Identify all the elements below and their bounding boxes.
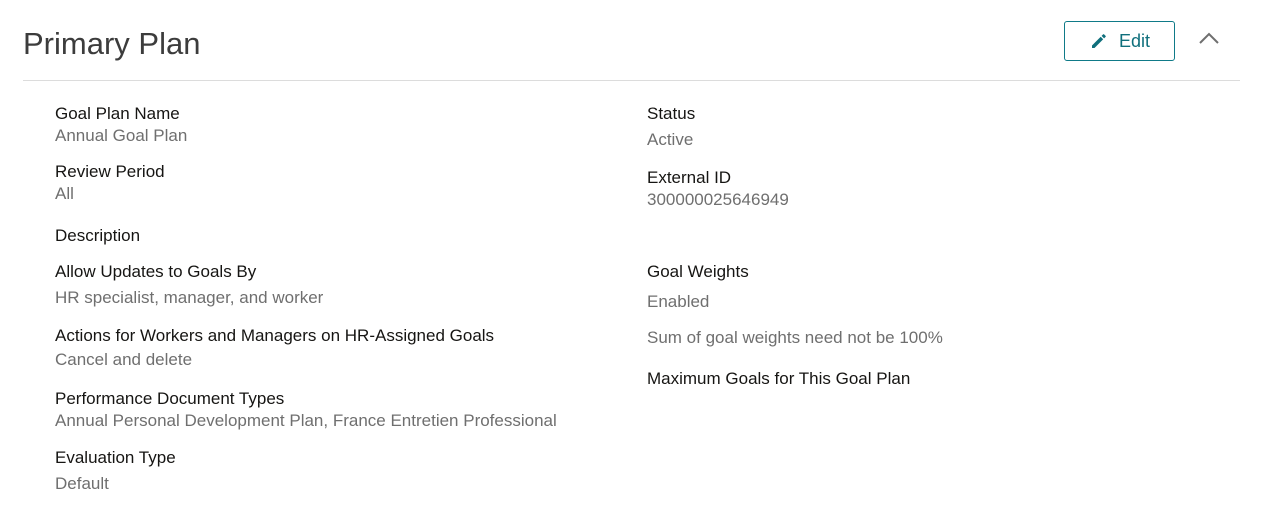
field-goal-weights: Goal Weights Enabled	[647, 261, 749, 313]
pencil-icon	[1089, 31, 1109, 51]
field-label: Actions for Workers and Managers on HR-A…	[55, 326, 495, 345]
field-external-id: External ID 300000025646949	[647, 167, 789, 211]
edit-button-label: Edit	[1118, 30, 1151, 51]
field-allow-updates: Allow Updates to Goals By HR specialist,…	[55, 261, 323, 309]
field-description: Description	[55, 225, 140, 247]
field-label: External ID	[647, 168, 732, 187]
field-status: Status Active	[647, 103, 695, 151]
chevron-up-icon	[1197, 31, 1221, 50]
page-title: Primary Plan	[23, 26, 201, 61]
field-value: Enabled	[647, 292, 710, 311]
field-value: 300000025646949	[647, 190, 789, 209]
field-label: Goal Weights	[647, 262, 749, 281]
status-value: Active	[647, 130, 694, 149]
field-value: Annual Goal Plan	[55, 126, 188, 145]
field-value: Cancel and delete	[55, 350, 193, 369]
field-value: All	[55, 184, 74, 203]
field-performance-document-types: Performance Document Types Annual Person…	[55, 388, 557, 432]
field-goal-plan-name: Goal Plan Name Annual Goal Plan	[55, 103, 187, 147]
field-max-goals-label: Maximum Goals for This Goal Plan	[647, 369, 911, 388]
field-label: Allow Updates to Goals By	[55, 262, 257, 281]
field-label: Status	[647, 104, 696, 123]
collapse-toggle[interactable]	[1195, 27, 1223, 53]
field-review-period: Review Period All	[55, 161, 165, 205]
field-value: Annual Personal Development Plan, France…	[55, 411, 557, 430]
field-label: Goal Plan Name	[55, 104, 180, 123]
field-value: Default	[55, 474, 109, 493]
goal-weights-note: Sum of goal weights need not be 100%	[647, 328, 943, 347]
field-evaluation-type: Evaluation Type Default	[55, 447, 176, 495]
field-value: HR specialist, manager, and worker	[55, 288, 324, 307]
field-label: Review Period	[55, 162, 165, 181]
field-label: Performance Document Types	[55, 389, 285, 408]
field-label: Evaluation Type	[55, 448, 176, 467]
field-actions-hr-assigned: Actions for Workers and Managers on HR-A…	[55, 325, 494, 371]
field-label: Description	[55, 226, 141, 245]
section-header: Primary Plan Edit	[23, 0, 1240, 81]
edit-button[interactable]: Edit	[1064, 21, 1175, 61]
